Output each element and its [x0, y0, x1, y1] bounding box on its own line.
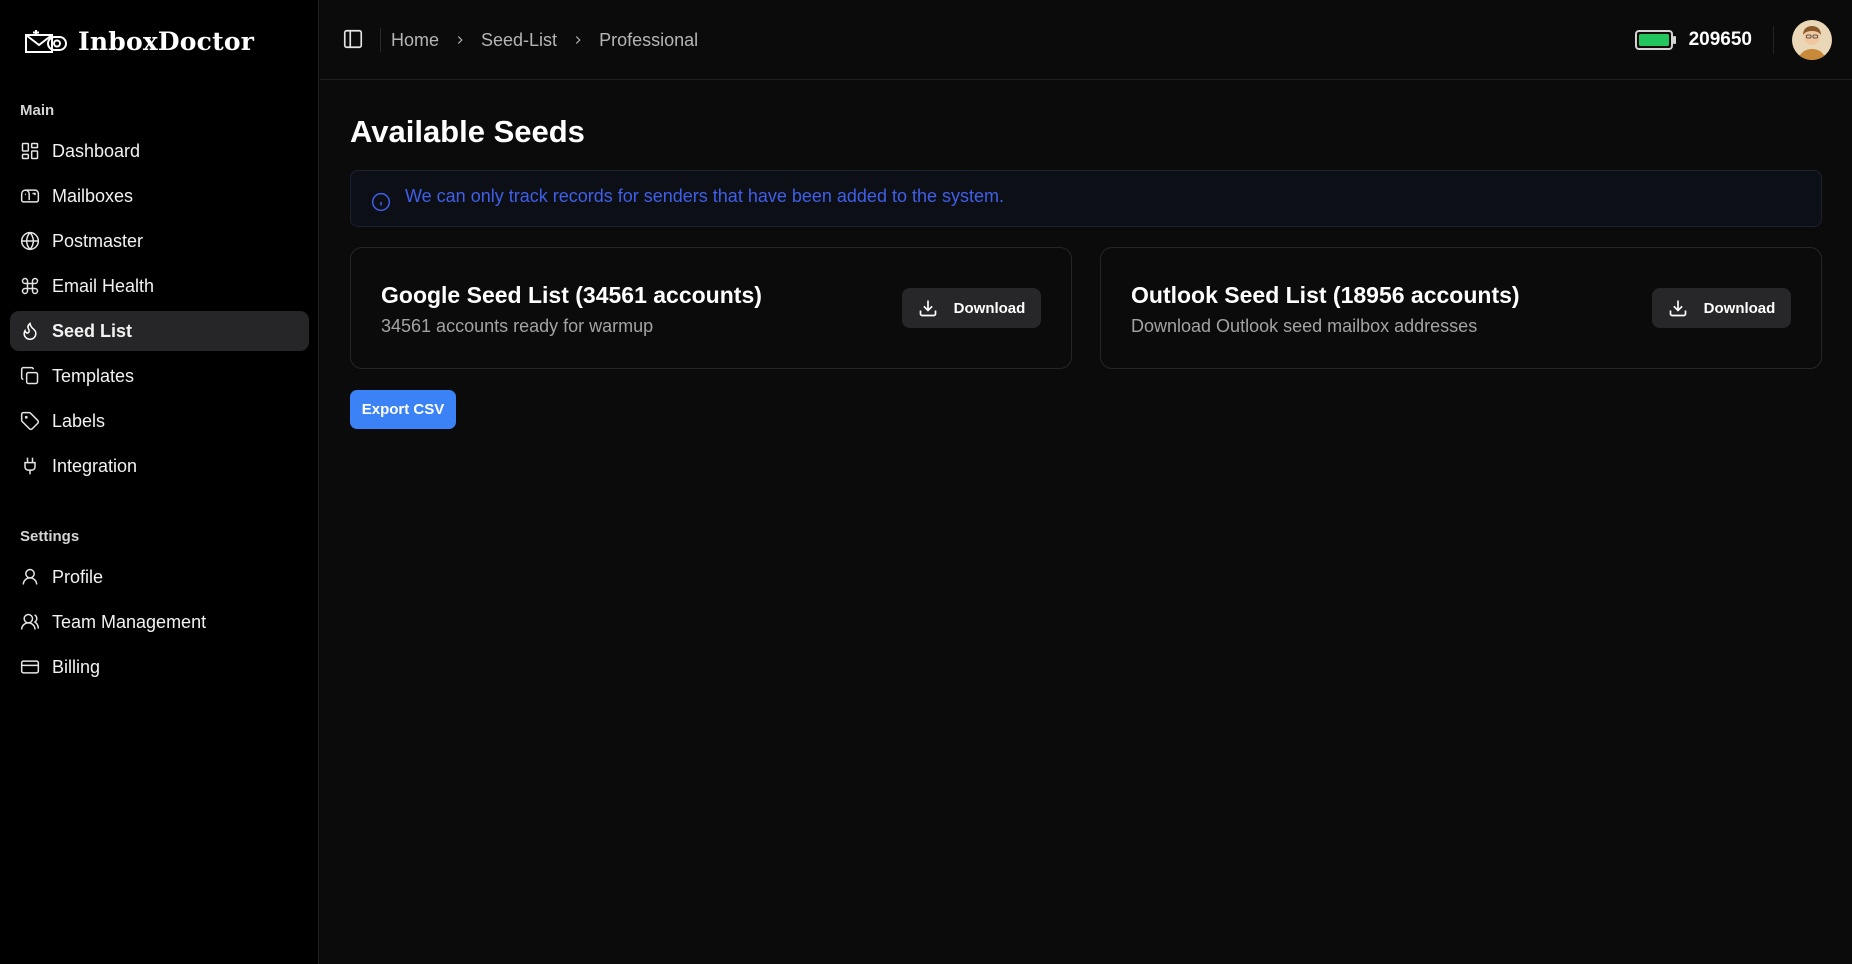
info-alert: We can only track records for senders th…	[350, 170, 1822, 227]
tag-icon	[20, 411, 40, 431]
download-label: Download	[1703, 299, 1776, 317]
mailbox-icon	[20, 186, 40, 206]
breadcrumb-current: Professional	[599, 29, 699, 50]
breadcrumb-home[interactable]: Home	[391, 30, 439, 51]
sidebar-item-templates[interactable]: Templates	[10, 356, 309, 396]
chevron-right-icon	[571, 33, 585, 47]
credit-card-icon	[20, 657, 40, 677]
sidebar-item-label: Dashboard	[52, 140, 141, 161]
sidebar-item-label: Postmaster	[52, 230, 144, 251]
brand[interactable]: InboxDoctor	[24, 22, 254, 60]
nav-section-main: Main	[20, 102, 55, 119]
user-icon	[20, 567, 40, 587]
download-label: Download	[953, 299, 1026, 317]
avatar[interactable]	[1792, 20, 1832, 60]
info-icon	[371, 192, 391, 211]
sidebar-item-billing[interactable]: Billing	[10, 647, 309, 687]
card-description: 34561 accounts ready for warmup	[381, 316, 654, 336]
export-csv-button[interactable]: Export CSV	[350, 390, 456, 429]
google-seed-card: Google Seed List (34561 accounts) 34561 …	[350, 247, 1072, 369]
sidebar-item-label: Team Management	[52, 611, 207, 632]
sidebar-item-profile[interactable]: Profile	[10, 557, 309, 597]
plug-icon	[20, 456, 40, 476]
main-content: Available Seeds We can only track record…	[320, 80, 1852, 964]
copy-icon	[20, 366, 40, 386]
outlook-download-button[interactable]: Download	[1652, 288, 1791, 328]
flame-icon	[20, 321, 40, 341]
sidebar-item-labels[interactable]: Labels	[10, 401, 309, 441]
sidebar-item-seed-list[interactable]: Seed List	[10, 311, 309, 351]
chevron-right-icon	[453, 33, 467, 47]
globe-icon	[20, 231, 40, 251]
card-title: Google Seed List (34561 accounts)	[381, 282, 762, 308]
brand-name: InboxDoctor	[78, 26, 255, 56]
sidebar-item-label: Integration	[52, 455, 138, 476]
download-icon	[1669, 300, 1686, 317]
sidebar-item-postmaster[interactable]: Postmaster	[10, 221, 309, 261]
google-download-button[interactable]: Download	[902, 288, 1041, 328]
sidebar-item-integration[interactable]: Integration	[10, 446, 309, 486]
sidebar-item-dashboard[interactable]: Dashboard	[10, 131, 309, 171]
sidebar-item-team-management[interactable]: Team Management	[10, 602, 309, 642]
command-icon	[20, 276, 40, 296]
sidebar-item-label: Labels	[52, 410, 106, 431]
sidebar-item-label: Billing	[52, 656, 101, 677]
sidebar: InboxDoctor Main Dashboard Mailboxes Pos…	[0, 0, 319, 964]
breadcrumb: Home Seed-List Professional	[391, 0, 698, 80]
sidebar-item-label: Mailboxes	[52, 185, 134, 206]
battery-icon	[1634, 30, 1676, 50]
inboxdoctor-logo-icon	[25, 30, 67, 53]
sidebar-item-label: Profile	[52, 566, 104, 587]
header-divider	[1773, 26, 1774, 54]
dashboard-icon	[20, 141, 40, 161]
header: Home Seed-List Professional 209650	[320, 0, 1852, 80]
sidebar-toggle-icon[interactable]	[342, 28, 364, 50]
outlook-seed-card: Outlook Seed List (18956 accounts) Downl…	[1100, 247, 1822, 369]
card-description: Download Outlook seed mailbox addresses	[1131, 316, 1478, 336]
sidebar-item-label: Templates	[52, 365, 135, 386]
alert-text: We can only track records for senders th…	[405, 186, 1004, 206]
sidebar-item-mailboxes[interactable]: Mailboxes	[10, 176, 309, 216]
page-title: Available Seeds	[350, 114, 585, 149]
credits-value: 209650	[1688, 29, 1752, 50]
sidebar-item-label: Email Health	[52, 275, 155, 296]
breadcrumb-seed-list[interactable]: Seed-List	[481, 30, 557, 51]
users-icon	[20, 612, 40, 632]
nav-section-settings: Settings	[20, 528, 80, 545]
sidebar-item-email-health[interactable]: Email Health	[10, 266, 309, 306]
card-title: Outlook Seed List (18956 accounts)	[1131, 282, 1520, 308]
sidebar-item-label: Seed List	[52, 320, 133, 341]
credits-indicator: 209650	[1634, 0, 1752, 80]
header-divider	[380, 28, 381, 52]
download-icon	[919, 300, 936, 317]
